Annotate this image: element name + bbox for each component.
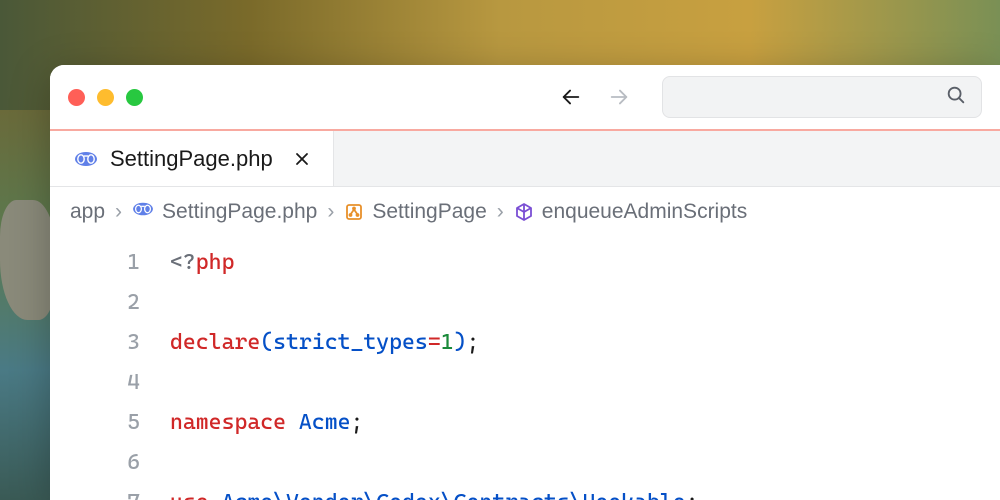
- nav-back-button[interactable]: [560, 86, 582, 108]
- php-file-icon: [132, 200, 154, 224]
- breadcrumb-class[interactable]: SettingPage: [344, 200, 486, 224]
- window-controls: [68, 89, 143, 106]
- code-editor[interactable]: 1 2 3 4 5 6 7 <?php declare(strict_types…: [50, 237, 1000, 500]
- tab-close-button[interactable]: [293, 150, 311, 168]
- method-icon: [514, 202, 534, 222]
- breadcrumb: app › SettingPage.php › SettingPage › en…: [50, 187, 1000, 237]
- search-icon: [945, 84, 967, 111]
- code-content: <?php declare(strict_types=1); namespace…: [170, 237, 699, 500]
- chevron-right-icon: ›: [115, 200, 122, 224]
- line-gutter: 1 2 3 4 5 6 7: [50, 237, 170, 500]
- class-icon: [344, 202, 364, 222]
- nav-arrows: [560, 86, 630, 108]
- tab-bar: SettingPage.php: [50, 131, 1000, 187]
- zoom-window-button[interactable]: [126, 89, 143, 106]
- editor-window: SettingPage.php app › SettingPage.php › …: [50, 65, 1000, 500]
- breadcrumb-file[interactable]: SettingPage.php: [132, 200, 317, 224]
- breadcrumb-folder[interactable]: app: [70, 200, 105, 224]
- chevron-right-icon: ›: [327, 200, 334, 224]
- minimize-window-button[interactable]: [97, 89, 114, 106]
- titlebar: [50, 65, 1000, 131]
- tab-settingpage[interactable]: SettingPage.php: [50, 131, 334, 186]
- tab-filename: SettingPage.php: [110, 146, 273, 172]
- nav-forward-button[interactable]: [608, 86, 630, 108]
- php-file-icon: [74, 149, 98, 169]
- close-window-button[interactable]: [68, 89, 85, 106]
- chevron-right-icon: ›: [497, 200, 504, 224]
- search-input[interactable]: [662, 76, 982, 118]
- breadcrumb-method[interactable]: enqueueAdminScripts: [514, 200, 747, 224]
